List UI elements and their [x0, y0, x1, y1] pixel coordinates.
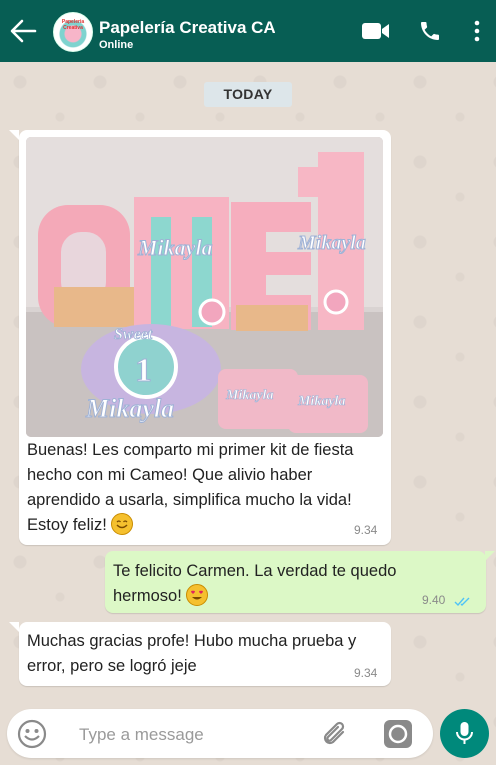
camera-icon[interactable] — [383, 719, 413, 749]
party-kit-photo: Mikayla Mikayla 1 Sweet Mikayla Mikayla … — [26, 137, 383, 437]
svg-text:Mikayla: Mikayla — [297, 232, 366, 254]
svg-text:Mikayla: Mikayla — [297, 394, 345, 409]
contact-status: Online — [99, 39, 134, 51]
message-input[interactable]: Type a message — [79, 725, 204, 745]
svg-text:Sweet: Sweet — [114, 326, 153, 343]
message-image[interactable]: Mikayla Mikayla 1 Sweet Mikayla Mikayla … — [26, 137, 383, 437]
message-text: Muchas gracias profe! Hubo mucha prueba … — [27, 632, 357, 675]
message-composer[interactable]: Type a message — [7, 709, 433, 758]
message-incoming[interactable]: Muchas gracias profe! Hubo mucha prueba … — [9, 622, 391, 686]
attachment-icon[interactable] — [321, 719, 351, 749]
avatar-logo-text: Papeleria Creativa — [61, 19, 85, 31]
emoji-icon[interactable] — [17, 719, 47, 749]
message-time: 9.40 — [422, 593, 446, 607]
message-text-content: Buenas! Les comparto mi primer kit de fi… — [27, 441, 354, 534]
heart-eyes-icon — [186, 584, 209, 606]
message-incoming[interactable]: Mikayla Mikayla 1 Sweet Mikayla Mikayla … — [9, 130, 391, 545]
microphone-icon — [456, 722, 473, 744]
message-text: Buenas! Les comparto mi primer kit de fi… — [27, 438, 387, 538]
smiling-face-icon — [111, 513, 134, 535]
message-time: 9.34 — [354, 666, 378, 680]
contact-name[interactable]: Papelería Creativa CA — [99, 18, 275, 40]
message-outgoing[interactable]: Te felicito Carmen. La verdad te quedo h… — [105, 551, 495, 613]
svg-text:1: 1 — [135, 352, 152, 389]
message-text-content: Te felicito Carmen. La verdad te quedo h… — [113, 562, 397, 605]
chat-header: Papeleria Creativa Papelería Creativa CA… — [0, 0, 496, 62]
date-separator: TODAY — [204, 82, 292, 107]
more-options-icon[interactable] — [472, 20, 482, 42]
video-call-icon[interactable] — [361, 19, 391, 43]
svg-text:Mikayla: Mikayla — [225, 388, 273, 403]
svg-text:Mikayla: Mikayla — [85, 394, 174, 423]
svg-text:Mikayla: Mikayla — [137, 235, 213, 260]
double-check-read-icon — [454, 597, 470, 607]
voice-call-icon[interactable] — [418, 19, 442, 43]
message-time: 9.34 — [354, 523, 378, 537]
back-arrow-icon[interactable] — [8, 17, 38, 45]
contact-avatar[interactable]: Papeleria Creativa — [53, 12, 93, 52]
voice-record-button[interactable] — [440, 709, 489, 758]
message-text: Te felicito Carmen. La verdad te quedo h… — [113, 559, 413, 609]
